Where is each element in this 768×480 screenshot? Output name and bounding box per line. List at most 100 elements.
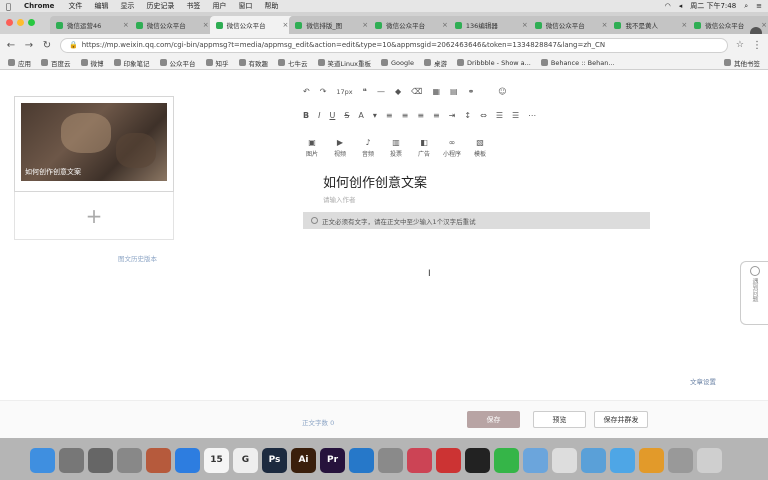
- author-input[interactable]: 请输入作者: [323, 194, 356, 204]
- underline-icon[interactable]: U: [329, 111, 335, 120]
- tools-icon[interactable]: [668, 447, 693, 473]
- preview-button[interactable]: 预览: [533, 411, 586, 428]
- doc-icon[interactable]: ▤: [450, 87, 458, 96]
- file-icon[interactable]: [552, 447, 577, 473]
- article-card[interactable]: 如何创作创意文案: [14, 96, 174, 192]
- bookmark-item[interactable]: 公众平台: [159, 58, 196, 68]
- bullet-list-icon[interactable]: ☰: [512, 111, 519, 120]
- minimize-window-icon[interactable]: [17, 19, 24, 26]
- bold-icon[interactable]: B: [303, 111, 309, 120]
- finder-icon[interactable]: [30, 447, 55, 473]
- spotlight-icon[interactable]: ⌕: [744, 2, 748, 11]
- close-window-icon[interactable]: [6, 19, 13, 26]
- menu-view[interactable]: 显示: [120, 1, 134, 11]
- insert-miniprogram-button[interactable]: ∞ 小程序: [443, 138, 461, 158]
- browser-tab-active[interactable]: 微信公众平台 ×: [209, 16, 296, 34]
- save-and-publish-button[interactable]: 保存并群发: [594, 411, 648, 428]
- menu-window[interactable]: 窗口: [238, 1, 252, 11]
- clear-format-icon[interactable]: ⌫: [411, 87, 422, 96]
- bookmark-item[interactable]: 印象笔记: [113, 58, 150, 68]
- close-tab-icon[interactable]: ×: [761, 21, 767, 29]
- browser-tab[interactable]: 我不是黄人 ×: [608, 16, 695, 34]
- reload-icon[interactable]: ↻: [42, 40, 52, 51]
- menu-bookmarks[interactable]: 书签: [186, 1, 200, 11]
- qq-icon[interactable]: [465, 447, 490, 473]
- menu-user[interactable]: 用户: [212, 1, 226, 11]
- insert-video-button[interactable]: ▶ 视频: [331, 138, 349, 158]
- blockquote-icon[interactable]: ❝: [363, 87, 367, 96]
- format-paint-icon[interactable]: ◆: [395, 87, 401, 96]
- article-settings-link[interactable]: 文章设置: [690, 376, 716, 386]
- ordered-list-icon[interactable]: ☰: [496, 111, 503, 120]
- undo-icon[interactable]: ↶: [303, 87, 310, 96]
- zoom-window-icon[interactable]: [28, 19, 35, 26]
- apple-icon[interactable]: : [6, 2, 14, 11]
- bookmark-item[interactable]: Behance :: Behan...: [540, 59, 615, 67]
- browser-tab[interactable]: 微信运营46 ×: [50, 16, 136, 34]
- insert-audio-button[interactable]: ♪ 音频: [359, 138, 377, 158]
- volume-icon[interactable]: ◂: [679, 2, 683, 10]
- align-right-icon[interactable]: ≡: [417, 111, 424, 120]
- downloads-icon[interactable]: [581, 447, 606, 473]
- rocket-icon[interactable]: [88, 447, 113, 473]
- insert-vote-button[interactable]: ▥ 投票: [387, 138, 405, 158]
- indent-icon[interactable]: ⇥: [449, 111, 456, 120]
- close-tab-icon[interactable]: ×: [282, 21, 288, 29]
- bookmark-item[interactable]: 知乎: [205, 58, 229, 68]
- menu-help[interactable]: 帮助: [264, 1, 278, 11]
- italic-icon[interactable]: I: [318, 111, 320, 120]
- folder-icon[interactable]: [523, 447, 548, 473]
- close-tab-icon[interactable]: ×: [522, 21, 528, 29]
- menu-file[interactable]: 文件: [68, 1, 82, 11]
- insert-template-button[interactable]: ▧ 模板: [471, 138, 489, 158]
- notification-icon[interactable]: ≡: [756, 2, 762, 10]
- app-store-icon[interactable]: [175, 447, 200, 473]
- bookmark-item[interactable]: 百度云: [41, 58, 71, 68]
- wifi-icon[interactable]: ◠: [665, 2, 671, 10]
- browser-tab[interactable]: 微信公众平台 ×: [369, 16, 455, 34]
- close-tab-icon[interactable]: ×: [602, 21, 608, 29]
- menu-history[interactable]: 历史记录: [146, 1, 174, 11]
- feedback-tab[interactable]: 遇到问题: [740, 261, 768, 325]
- line-height-icon[interactable]: ↕: [464, 111, 471, 120]
- close-tab-icon[interactable]: ×: [203, 21, 209, 29]
- menu-clock[interactable]: 周二 下午7:48: [690, 1, 736, 11]
- vpn-icon[interactable]: [610, 447, 635, 473]
- browser-tab[interactable]: 微信公众平台 ×: [528, 16, 615, 34]
- bookmark-item[interactable]: 桌游: [423, 58, 447, 68]
- strikethrough-icon[interactable]: S: [344, 111, 349, 120]
- close-tab-icon[interactable]: ×: [442, 21, 448, 29]
- other-bookmarks[interactable]: 其他书签: [724, 58, 760, 68]
- clock-icon[interactable]: [407, 447, 432, 473]
- menu-app-name[interactable]: Chrome: [24, 2, 54, 10]
- history-versions-link[interactable]: 图文历史版本: [118, 253, 157, 263]
- redo-icon[interactable]: ↷: [320, 87, 327, 96]
- add-article-button[interactable]: +: [14, 192, 174, 240]
- photo-icon[interactable]: [146, 447, 171, 473]
- illustrator-icon[interactable]: Ai: [291, 447, 316, 473]
- close-tab-icon[interactable]: ×: [362, 21, 368, 29]
- dashboard-icon[interactable]: [639, 447, 664, 473]
- launchpad-icon[interactable]: [59, 447, 84, 473]
- forward-icon[interactable]: →: [24, 40, 34, 51]
- close-tab-icon[interactable]: ×: [681, 21, 687, 29]
- keynote-icon[interactable]: [349, 447, 374, 473]
- back-icon[interactable]: ←: [6, 40, 16, 51]
- more-icon[interactable]: ⋯: [528, 111, 536, 120]
- link-icon[interactable]: ⚭: [468, 87, 475, 96]
- bookmark-item[interactable]: 七牛云: [278, 58, 308, 68]
- bookmark-item[interactable]: Dribbble - Show a...: [456, 59, 531, 67]
- spacing-icon[interactable]: ⇔: [480, 111, 487, 120]
- bookmark-item[interactable]: Google: [381, 59, 414, 67]
- emoji-icon[interactable]: ☺: [498, 87, 506, 96]
- hr-icon[interactable]: —: [377, 87, 385, 96]
- browser-tab[interactable]: 136编辑器 ×: [448, 16, 535, 34]
- trash-icon[interactable]: [697, 447, 722, 473]
- insert-ad-button[interactable]: ◧ 广告: [415, 138, 433, 158]
- bookmark-item[interactable]: 应用: [8, 58, 31, 68]
- font-size-select[interactable]: 17px: [336, 88, 352, 96]
- bg-color-icon[interactable]: ▾: [373, 111, 377, 120]
- article-title-input[interactable]: 如何创作创意文案: [323, 172, 427, 191]
- insert-image-button[interactable]: ▣ 图片: [303, 138, 321, 158]
- browser-tab[interactable]: 微信公众平台 ×: [129, 16, 216, 34]
